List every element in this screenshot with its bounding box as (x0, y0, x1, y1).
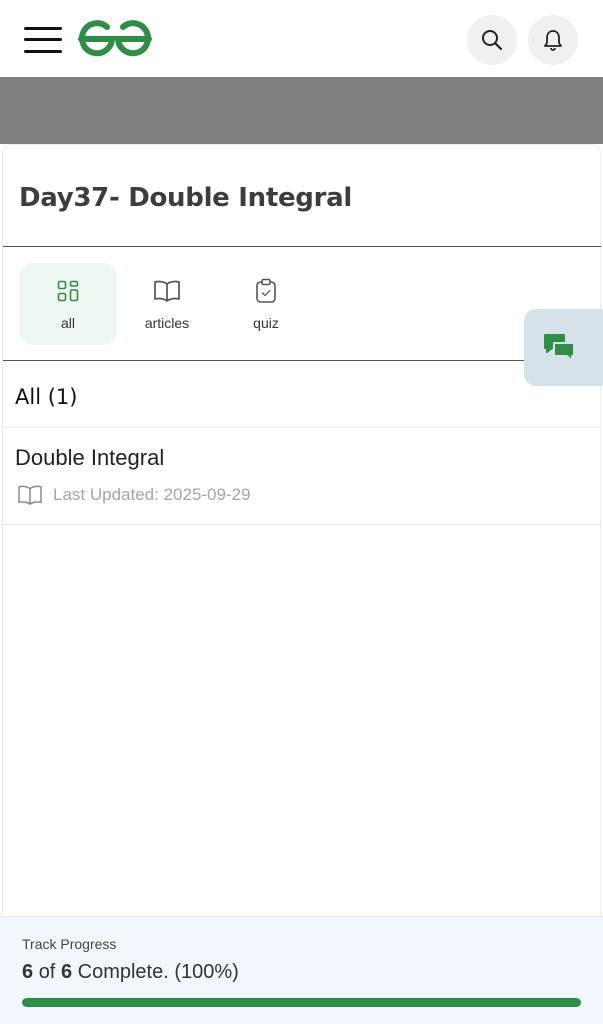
section-heading: All (1) (15, 385, 78, 409)
hamburger-menu-icon[interactable] (24, 26, 62, 54)
book-open-icon (154, 280, 180, 302)
bell-icon (544, 30, 562, 51)
book-open-icon (18, 485, 42, 505)
completed-count: 6 (22, 961, 34, 983)
grid-icon (57, 280, 79, 302)
notifications-button[interactable] (528, 15, 578, 65)
tab-label: articles (144, 315, 190, 331)
chat-bubbles-icon (543, 333, 575, 362)
tab-quiz[interactable]: quiz (217, 263, 315, 345)
top-bar (0, 0, 603, 77)
progress-label: Track Progress (22, 936, 117, 952)
item-title: Double Integral (15, 445, 165, 470)
total-count: 6 (60, 961, 73, 983)
list-item[interactable]: Double Integral Last Updated: 2025-09-29 (3, 428, 601, 525)
progress-bar-fill (22, 998, 581, 1007)
banner-placeholder (0, 77, 603, 144)
search-icon (482, 30, 503, 51)
tab-articles[interactable]: articles (118, 263, 216, 345)
complete-text: Complete. (100%) (77, 961, 239, 983)
chat-button[interactable] (524, 309, 603, 386)
progress-bar (22, 998, 581, 1007)
clipboard-check-icon (256, 278, 276, 303)
item-meta: Last Updated: 2025-09-29 (17, 484, 251, 506)
track-progress-panel: Track Progress 6 of 6 Complete. (100%) (0, 916, 603, 1024)
last-updated-text: Last Updated: 2025-09-29 (53, 485, 251, 504)
tab-all[interactable]: all (19, 263, 117, 345)
search-button[interactable] (467, 15, 517, 65)
divider (3, 360, 601, 361)
of-word: of (38, 961, 56, 983)
course-card: Day37- Double Integral all articles quiz… (2, 144, 601, 1024)
divider (3, 246, 601, 247)
gfg-logo[interactable] (77, 18, 153, 58)
tab-label: quiz (253, 315, 279, 331)
tab-label: all (60, 315, 75, 331)
page-title: Day37- Double Integral (19, 183, 352, 213)
progress-status: 6 of 6 Complete. (100%) (22, 961, 239, 984)
